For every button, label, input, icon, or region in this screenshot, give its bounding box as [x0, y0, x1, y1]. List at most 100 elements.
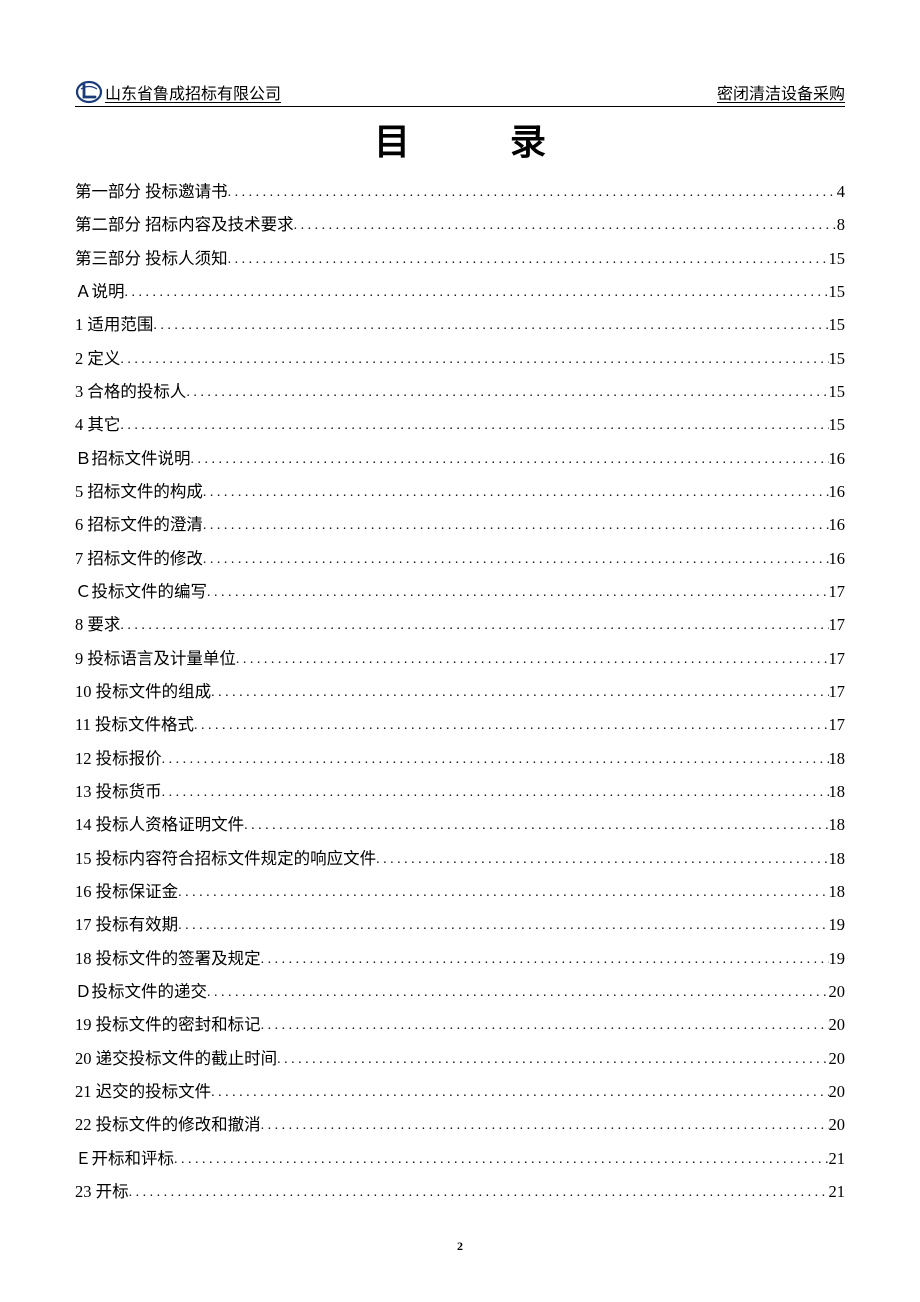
toc-entry-page: 18 [829, 808, 846, 841]
toc-entry-label: 10 投标文件的组成 [75, 675, 211, 708]
toc-entry: Ｅ开标和评标 21 [75, 1142, 845, 1175]
toc-entry: 12 投标报价18 [75, 742, 845, 775]
toc-entry: 18 投标文件的签署及规定19 [75, 942, 845, 975]
toc-entry: 16 投标保证金18 [75, 875, 845, 908]
toc-leader-dots [207, 979, 829, 1007]
toc-entry-page: 16 [829, 442, 846, 475]
toc-entry-label: 12 投标报价 [75, 742, 162, 775]
toc-entry-page: 21 [829, 1175, 846, 1208]
toc-entry-label: 20 递交投标文件的截止时间 [75, 1042, 277, 1075]
toc-leader-dots [203, 479, 829, 507]
toc-entry-page: 21 [829, 1142, 846, 1175]
page-number: 2 [0, 1239, 920, 1254]
toc-leader-dots [162, 779, 829, 807]
toc-entry-page: 17 [829, 708, 846, 741]
toc-entry-label: 18 投标文件的签署及规定 [75, 942, 261, 975]
toc-entry-label: 4 其它 [75, 408, 120, 441]
toc-entry-label: 21 迟交的投标文件 [75, 1075, 211, 1108]
toc-entry-page: 17 [829, 608, 846, 641]
toc-entry-page: 16 [829, 475, 846, 508]
toc-leader-dots [211, 1079, 828, 1107]
toc-entry-page: 15 [829, 408, 846, 441]
table-of-contents: 第一部分 投标邀请书4第二部分 招标内容及技术要求8第三部分 投标人须知15Ａ说… [75, 175, 845, 1208]
toc-entry: 4 其它 15 [75, 408, 845, 441]
toc-entry-page: 18 [829, 775, 846, 808]
toc-entry-page: 20 [829, 975, 846, 1008]
toc-entry-page: 15 [829, 342, 846, 375]
toc-entry: 8 要求 17 [75, 608, 845, 641]
toc-entry: 2 定义 15 [75, 342, 845, 375]
toc-leader-dots [120, 346, 828, 374]
toc-entry-page: 16 [829, 542, 846, 575]
toc-entry: 10 投标文件的组成17 [75, 675, 845, 708]
toc-leader-dots [236, 646, 829, 674]
toc-entry-label: 6 招标文件的澄清 [75, 508, 203, 541]
toc-entry: 第二部分 招标内容及技术要求 8 [75, 208, 845, 241]
toc-entry-label: 2 定义 [75, 342, 120, 375]
toc-leader-dots [153, 312, 828, 340]
document-name: 密闭清洁设备采购 [717, 80, 845, 104]
toc-entry-label: 第三部分 投标人须知 [75, 242, 228, 275]
toc-leader-dots [178, 912, 828, 940]
toc-entry-label: 3 合格的投标人 [75, 375, 186, 408]
toc-entry-label: 22 投标文件的修改和撤消 [75, 1108, 261, 1141]
toc-entry-label: 5 招标文件的构成 [75, 475, 203, 508]
toc-entry-label: 第一部分 投标邀请书 [75, 175, 228, 208]
toc-leader-dots [186, 379, 828, 407]
toc-entry: 21 迟交的投标文件 20 [75, 1075, 845, 1108]
toc-entry-label: Ｃ投标文件的编写 [75, 575, 207, 608]
toc-entry-label: Ｂ招标文件说明 [75, 442, 191, 475]
toc-entry-label: Ａ说明 [75, 275, 125, 308]
toc-entry-label: Ｅ开标和评标 [75, 1142, 174, 1175]
toc-entry-page: 20 [829, 1108, 846, 1141]
toc-entry-label: 15 投标内容符合招标文件规定的响应文件 [75, 842, 376, 875]
toc-entry-page: 15 [829, 375, 846, 408]
toc-entry-label: Ｄ投标文件的递交 [75, 975, 207, 1008]
toc-entry-page: 15 [829, 308, 846, 341]
toc-leader-dots [228, 179, 837, 207]
toc-entry: Ｃ投标文件的编写 17 [75, 575, 845, 608]
toc-entry-page: 8 [837, 208, 845, 241]
toc-entry: 3 合格的投标人 15 [75, 375, 845, 408]
toc-entry-label: 17 投标有效期 [75, 908, 178, 941]
toc-entry: Ａ说明15 [75, 275, 845, 308]
toc-entry-page: 20 [829, 1075, 846, 1108]
toc-entry-label: 14 投标人资格证明文件 [75, 808, 244, 841]
toc-entry-page: 15 [829, 242, 846, 275]
toc-leader-dots [178, 879, 828, 907]
toc-entry-label: 8 要求 [75, 608, 120, 641]
page-title-row: 目录 [75, 113, 845, 165]
toc-entry-label: 第二部分 招标内容及技术要求 [75, 208, 294, 241]
toc-leader-dots [125, 279, 829, 307]
company-name: 山东省鲁成招标有限公司 [105, 80, 281, 104]
toc-entry-label: 7 招标文件的修改 [75, 542, 203, 575]
toc-entry-page: 16 [829, 508, 846, 541]
toc-leader-dots [261, 946, 829, 974]
toc-leader-dots [277, 1046, 828, 1074]
toc-entry: 20 递交投标文件的截止时间20 [75, 1042, 845, 1075]
toc-entry-label: 1 适用范围 [75, 308, 153, 341]
toc-entry: 第一部分 投标邀请书 4 [75, 175, 845, 208]
toc-leader-dots [120, 412, 828, 440]
toc-entry-label: 23 开标 [75, 1175, 129, 1208]
toc-leader-dots [194, 712, 828, 740]
toc-entry: 22 投标文件的修改和撤消 20 [75, 1108, 845, 1141]
toc-leader-dots [203, 512, 829, 540]
toc-entry: 19 投标文件的密封和标记20 [75, 1008, 845, 1041]
toc-entry: 23 开标 21 [75, 1175, 845, 1208]
toc-leader-dots [129, 1179, 829, 1207]
toc-leader-dots [211, 679, 828, 707]
toc-entry-page: 4 [837, 175, 845, 208]
toc-leader-dots [162, 746, 829, 774]
toc-entry-page: 17 [829, 575, 846, 608]
toc-entry-page: 20 [829, 1008, 846, 1041]
toc-leader-dots [376, 846, 828, 874]
toc-entry: 15 投标内容符合招标文件规定的响应文件18 [75, 842, 845, 875]
toc-entry: 17 投标有效期19 [75, 908, 845, 941]
toc-leader-dots [120, 612, 828, 640]
toc-entry: 7 招标文件的修改 16 [75, 542, 845, 575]
toc-leader-dots [261, 1112, 829, 1140]
toc-leader-dots [244, 812, 828, 840]
toc-entry: Ｄ投标文件的递交 20 [75, 975, 845, 1008]
toc-leader-dots [261, 1012, 829, 1040]
